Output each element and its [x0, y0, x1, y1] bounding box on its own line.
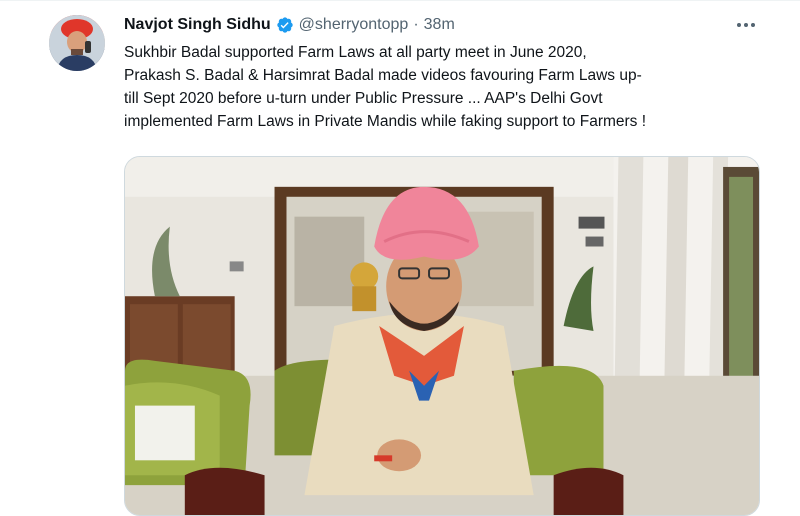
tweet-text-line: Prakash S. Badal & Harsimrat Badal made …	[124, 67, 642, 84]
tweet-text-line: Sukhbir Badal supported Farm Laws at all…	[124, 44, 587, 61]
timestamp[interactable]: 38m	[424, 16, 455, 34]
author-name[interactable]: Navjot Singh Sidhu	[124, 16, 271, 34]
verified-badge-icon	[276, 17, 293, 33]
tweet-header: Navjot Singh Sidhu @sherryontopp · 38m	[124, 13, 455, 37]
avatar-image	[49, 15, 105, 71]
more-horizontal-icon[interactable]	[734, 15, 758, 35]
author-handle[interactable]: @sherryontopp	[299, 16, 409, 34]
tweet-video[interactable]	[124, 156, 760, 516]
tweet-text-line: till Sept 2020 before u-turn under Publi…	[124, 90, 603, 107]
tweet-text: Sukhbir Badal supported Farm Laws at all…	[124, 41, 764, 133]
tweet-card[interactable]: Navjot Singh Sidhu @sherryontopp · 38m S…	[0, 0, 800, 516]
avatar[interactable]	[49, 15, 105, 71]
separator-dot: ·	[413, 16, 419, 33]
tweet-text-line: implemented Farm Laws in Private Mandis …	[124, 113, 647, 130]
video-frame	[125, 157, 759, 515]
